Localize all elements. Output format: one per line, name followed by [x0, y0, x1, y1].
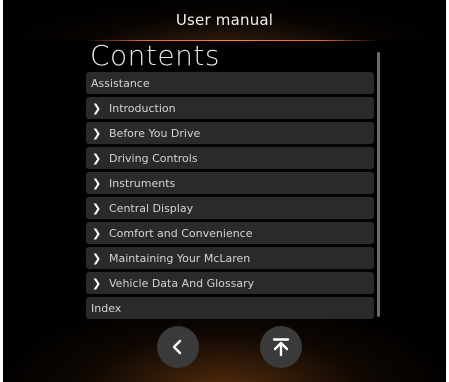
list-item-driving-controls[interactable]: ❯ Driving Controls — [86, 147, 374, 169]
contents-heading: Contents — [90, 39, 220, 72]
scroll-to-top-button[interactable] — [260, 326, 302, 368]
list-item-label: Before You Drive — [109, 126, 201, 140]
list-item-instruments[interactable]: ❯ Instruments — [86, 172, 374, 194]
list-item-label: Driving Controls — [109, 151, 198, 165]
list-item-comfort-and-convenience[interactable]: ❯ Comfort and Convenience — [86, 222, 374, 244]
list-item-label: Introduction — [109, 101, 176, 115]
scroll-to-top-icon — [272, 338, 290, 357]
list-item-vehicle-data-and-glossary[interactable]: ❯ Vehicle Data And Glossary — [86, 272, 374, 294]
list-item-label: Instruments — [109, 176, 176, 190]
list-item-label: Maintaining Your McLaren — [109, 251, 251, 265]
list-item-label: Central Display — [109, 201, 194, 215]
chevron-right-icon: ❯ — [92, 201, 102, 215]
screen-title: User manual — [175, 11, 274, 29]
list-item-index[interactable]: Index — [86, 297, 374, 319]
chevron-right-icon: ❯ — [92, 176, 102, 190]
scrollbar[interactable] — [377, 52, 380, 317]
list-item-label: Assistance — [91, 76, 150, 90]
chevron-right-icon: ❯ — [92, 251, 102, 265]
manual-screen: User manual Contents Assistance ❯ Introd… — [3, 0, 446, 382]
chevron-left-icon — [172, 339, 182, 355]
list-item-assistance[interactable]: Assistance — [86, 72, 374, 94]
list-item-label: Vehicle Data And Glossary — [109, 276, 255, 290]
chevron-right-icon: ❯ — [92, 126, 102, 140]
list-item-central-display[interactable]: ❯ Central Display — [86, 197, 374, 219]
list-item-label: Index — [91, 301, 122, 315]
chevron-right-icon: ❯ — [92, 276, 102, 290]
chevron-right-icon: ❯ — [92, 226, 102, 240]
list-item-before-you-drive[interactable]: ❯ Before You Drive — [86, 122, 374, 144]
list-item-maintaining-your-mclaren[interactable]: ❯ Maintaining Your McLaren — [86, 247, 374, 269]
list-item-label: Comfort and Convenience — [109, 226, 253, 240]
list-item-introduction[interactable]: ❯ Introduction — [86, 97, 374, 119]
contents-list: Assistance ❯ Introduction ❯ Before You D… — [86, 72, 374, 322]
chevron-right-icon: ❯ — [92, 101, 102, 115]
chevron-right-icon: ❯ — [92, 151, 102, 165]
back-button[interactable] — [157, 326, 199, 368]
